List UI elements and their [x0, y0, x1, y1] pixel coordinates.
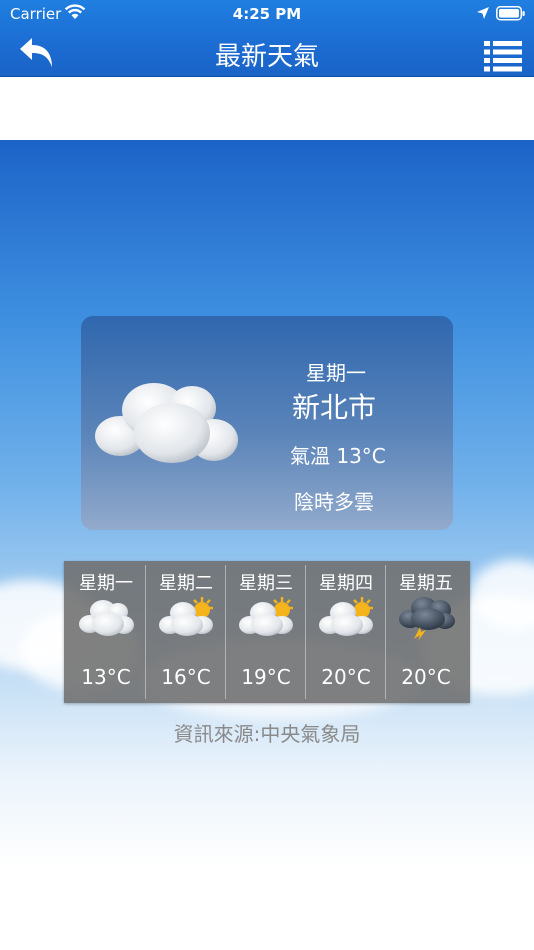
today-temperature: 氣溫 13°C	[290, 444, 386, 468]
today-description: 陰時多雲	[294, 490, 374, 514]
location-arrow-icon	[477, 7, 489, 19]
partly-sunny-icon	[239, 597, 293, 636]
today-weekday: 星期一	[306, 361, 366, 385]
forecast-temp: 20°C	[401, 665, 451, 689]
thunderstorm-icon	[399, 597, 455, 641]
status-bar: Carrier 4:25 PM	[0, 0, 534, 28]
forecast-temp: 16°C	[161, 665, 211, 689]
status-time: 4:25 PM	[232, 5, 302, 23]
page-title: 最新天氣	[214, 42, 319, 72]
forecast-day-name: 星期三	[239, 573, 293, 594]
list-menu-icon	[484, 41, 522, 72]
forecast-day-name: 星期五	[399, 573, 453, 594]
forecast-temp: 13°C	[81, 665, 131, 689]
forecast-day: 星期一 13°C	[66, 561, 146, 703]
cloudy-icon	[79, 600, 134, 636]
today-city: 新北市	[292, 391, 377, 424]
battery-icon	[496, 6, 525, 21]
forecast-temp: 20°C	[321, 665, 371, 689]
forecast-day-name: 星期四	[319, 573, 373, 594]
cloudy-icon	[95, 383, 238, 463]
menu-button[interactable]	[484, 40, 522, 72]
partly-sunny-icon	[159, 597, 213, 636]
forecast-day: 星期五 20°C	[386, 561, 466, 703]
sky-background	[0, 140, 534, 950]
forecast-day: 星期三 19°C	[226, 561, 306, 703]
forecast-day: 星期四 20°C	[306, 561, 386, 703]
nav-header: Carrier 4:25 PM 最新天氣	[0, 0, 534, 77]
forecast-strip: 星期一 13°C 星期二 16°C 星期三 19°C 星期四 20°C 星期五 …	[64, 561, 470, 703]
data-source-label: 資訊來源:中央氣象局	[173, 722, 361, 746]
partly-sunny-icon	[319, 597, 373, 636]
forecast-day-name: 星期二	[159, 573, 213, 594]
forecast-day-name: 星期一	[79, 573, 133, 594]
forecast-day: 星期二 16°C	[146, 561, 226, 703]
forecast-temp: 19°C	[241, 665, 291, 689]
